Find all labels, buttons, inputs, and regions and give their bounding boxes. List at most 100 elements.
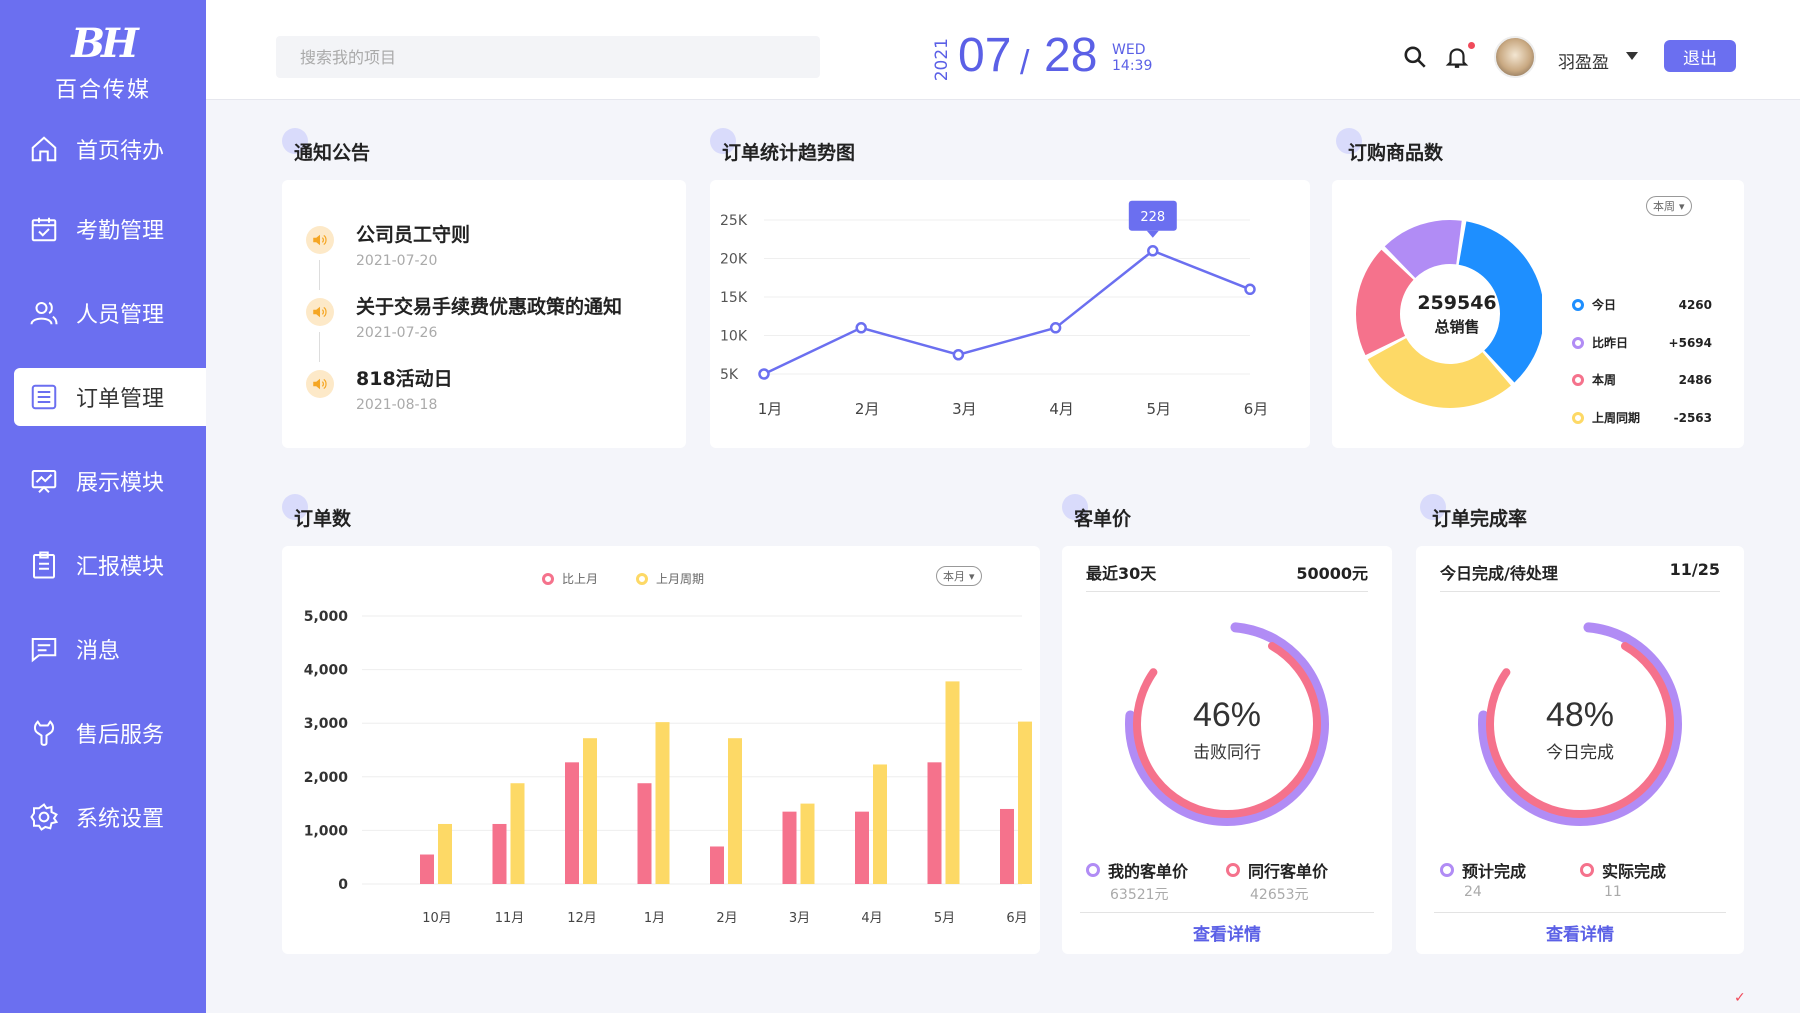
- sidebar-item-label: 售后服务: [76, 723, 165, 748]
- sidebar-item-display[interactable]: 展示模块: [14, 452, 206, 510]
- sidebar-item-label: 考勤管理: [76, 219, 165, 244]
- date-slash: /: [1020, 44, 1030, 82]
- view-details-link[interactable]: 查看详情: [1062, 920, 1392, 945]
- app-name: 百合传媒: [54, 78, 151, 103]
- bar: [420, 854, 434, 884]
- speaker-icon: [306, 226, 334, 254]
- sidebar-item-label: 人员管理: [76, 303, 165, 328]
- tooltip-arrow: [1146, 230, 1159, 238]
- notice-item-title: 818活动日: [356, 368, 453, 390]
- date-weekday: WED: [1112, 42, 1146, 58]
- legend-peer-price: 同行客单价: [1226, 858, 1328, 882]
- bar: [1018, 721, 1032, 884]
- gauge-percent: 46%: [1192, 696, 1262, 734]
- sidebar-item-label: 消息: [76, 639, 121, 664]
- notice-card: 公司员工守则 2021-07-20 关于交易手续费优惠政策的通知 2021-07-2…: [282, 180, 686, 448]
- bar: [782, 811, 797, 884]
- sidebar-item-home[interactable]: 首页待办: [14, 120, 206, 178]
- gauge-label: 击败同行: [1193, 743, 1261, 763]
- bar: [510, 783, 525, 884]
- gear-icon: [28, 801, 60, 833]
- donut-total: 259546: [1417, 292, 1497, 314]
- y-tick-label: 5,000: [304, 609, 349, 625]
- x-tick-label: 3月: [789, 911, 810, 926]
- notice-item[interactable]: 818活动日 2021-08-18: [306, 364, 453, 413]
- x-tick-label: 4月: [1049, 400, 1074, 418]
- trend-line-chart: 5K 10K 15K 20K 25K 1月 2月 3月 4月 5月 6月 228: [720, 200, 1268, 418]
- donut-total-label: 总销售: [1434, 318, 1480, 336]
- presentation-icon: [28, 465, 60, 497]
- completion-title: 订单完成率: [1420, 494, 1527, 531]
- sidebar-item-label: 订单管理: [76, 387, 165, 412]
- notification-dot: [1468, 42, 1475, 49]
- x-tick-label: 2月: [855, 400, 880, 418]
- legend-mom: 比上月: [542, 570, 598, 587]
- sidebar: BH 百合传媒 首页待办 考勤管理 人员管理 订单管理 展示模块 汇报模块 消息…: [0, 0, 206, 1013]
- notice-item-date: 2021-08-18: [356, 397, 438, 413]
- y-tick-label: 25K: [720, 213, 748, 229]
- bar: [583, 738, 597, 884]
- notice-item[interactable]: 关于交易手续费优惠政策的通知 2021-07-26: [306, 292, 622, 341]
- x-tick-label: 10月: [422, 911, 452, 926]
- date-time: 14:39: [1112, 58, 1153, 74]
- gauge-percent: 48%: [1545, 696, 1615, 734]
- search-input[interactable]: [276, 36, 820, 78]
- username: 羽盈盈: [1558, 53, 1609, 73]
- tooltip-label: 228: [1140, 210, 1165, 225]
- date-year: 2021: [932, 38, 952, 82]
- top-header: 2021 07 / 28 WED 14:39 羽盈盈 退出: [206, 0, 1800, 100]
- legend-last-week: 上周同期 -2563: [1572, 409, 1712, 426]
- sidebar-item-label: 首页待办: [76, 139, 165, 164]
- bar: [1000, 808, 1014, 884]
- x-tick-label: 1月: [758, 400, 783, 418]
- sidebar-item-messages[interactable]: 消息: [14, 620, 206, 678]
- x-tick-label: 5月: [934, 911, 955, 926]
- message-icon: [28, 633, 60, 665]
- sidebar-item-staff[interactable]: 人员管理: [14, 284, 206, 342]
- sidebar-item-aftersales[interactable]: 售后服务: [14, 704, 206, 762]
- date-month: 07: [958, 29, 1012, 82]
- sidebar-item-report[interactable]: 汇报模块: [14, 536, 206, 594]
- actual-value: 11: [1604, 884, 1622, 900]
- bell-icon[interactable]: [1444, 44, 1470, 70]
- sidebar-item-orders[interactable]: 订单管理: [14, 368, 206, 426]
- notice-item[interactable]: 公司员工守则 2021-07-20: [306, 220, 470, 269]
- y-tick-label: 0: [338, 877, 348, 893]
- peer-price-value: 42653元: [1250, 887, 1309, 903]
- logout-button[interactable]: 退出: [1664, 40, 1736, 72]
- data-point: [1147, 245, 1159, 257]
- sidebar-item-attendance[interactable]: 考勤管理: [14, 200, 206, 258]
- bar: [927, 762, 942, 884]
- unit-price-title: 客单价: [1062, 494, 1131, 531]
- legend-vs-yesterday: 比昨日 +5694: [1572, 334, 1712, 351]
- period-dropdown[interactable]: 本月 ▾: [936, 566, 982, 586]
- y-tick-label: 1,000: [304, 823, 349, 839]
- sidebar-item-settings[interactable]: 系统设置: [14, 788, 206, 846]
- donut-center: 259546 总销售: [1402, 292, 1512, 337]
- speaker-icon: [306, 370, 334, 398]
- x-tick-label: 6月: [1006, 911, 1027, 926]
- completion-header: 今日完成/待处理 11/25: [1440, 560, 1720, 592]
- notice-item-date: 2021-07-20: [356, 253, 438, 269]
- x-tick-label: 11月: [495, 911, 525, 926]
- legend-last-period: 上月周期: [636, 570, 704, 587]
- bar: [873, 764, 887, 884]
- x-tick-label: 1月: [644, 911, 665, 926]
- search-icon[interactable]: [1402, 44, 1428, 70]
- orders-card: 比上月 上月周期 本月 ▾ 0 1,000 2,000 3,000 4,000 5,000 1…: [282, 546, 1040, 954]
- service-icon: [28, 717, 60, 749]
- x-tick-label: 12月: [567, 911, 597, 926]
- y-tick-label: 4,000: [304, 663, 349, 679]
- bar: [800, 803, 815, 884]
- notice-item-title: 关于交易手续费优惠政策的通知: [356, 296, 623, 318]
- legend-today: 今日 4260: [1572, 296, 1712, 313]
- chevron-down-icon[interactable]: [1626, 52, 1638, 60]
- chevron-down-icon: ▾: [969, 569, 975, 583]
- y-tick-label: 15K: [720, 290, 748, 306]
- notice-item-date: 2021-07-26: [356, 325, 438, 341]
- view-details-link[interactable]: 查看详情: [1416, 920, 1744, 945]
- avatar[interactable]: [1494, 36, 1536, 78]
- period-dropdown[interactable]: 本周 ▾: [1646, 196, 1692, 216]
- bar: [728, 738, 742, 884]
- calendar-check-icon: [28, 213, 60, 245]
